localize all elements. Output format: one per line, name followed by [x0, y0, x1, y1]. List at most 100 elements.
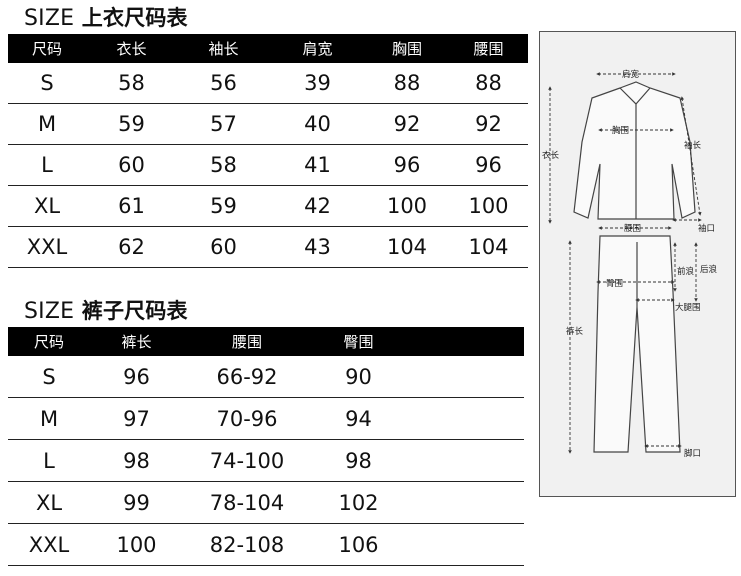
- chest-label: 胸围: [612, 125, 629, 136]
- bottom-size-table: 尺码 裤长 腰围 臀围 S 96 66-92 90 M 97 70-96 94 …: [8, 327, 524, 566]
- top-table-title: SIZE 上衣尺码表: [24, 2, 188, 32]
- header-cell-empty: [406, 327, 524, 356]
- table-cell: 97: [90, 397, 183, 440]
- table-cell: 100: [90, 523, 183, 566]
- table-cell: 104: [449, 226, 528, 268]
- table-cell: 66-92: [183, 356, 311, 398]
- pants-length-label: 裤长: [566, 326, 584, 337]
- header-cell: 袖长: [177, 34, 270, 63]
- table-cell: 57: [177, 103, 270, 145]
- table-row: XXL 100 82-108 106: [8, 523, 524, 566]
- bottom-title-zh: 裤子尺码表: [81, 299, 188, 323]
- header-cell: 臀围: [311, 327, 406, 356]
- table-cell: 43: [270, 226, 365, 268]
- table-cell-empty: [406, 356, 524, 398]
- table-cell: 60: [86, 144, 177, 186]
- table-cell: XL: [8, 481, 90, 524]
- shoulder-label: 肩宽: [622, 69, 640, 80]
- table-cell: M: [8, 397, 90, 440]
- header-cell: 胸围: [365, 34, 449, 63]
- back-rise-label: 后浪: [700, 264, 718, 275]
- table-cell: 59: [177, 185, 270, 227]
- table-cell: 90: [311, 356, 406, 398]
- header-cell: 衣长: [86, 34, 177, 63]
- table-cell: 60: [177, 226, 270, 268]
- table-cell: 106: [311, 523, 406, 566]
- table-row: XXL 62 60 43 104 104: [8, 226, 528, 268]
- table-cell: 88: [365, 63, 449, 104]
- table-cell: 61: [86, 185, 177, 227]
- table-cell: 96: [365, 144, 449, 186]
- table-cell: 100: [449, 185, 528, 227]
- table-cell: XXL: [8, 226, 86, 268]
- pants-outline: [593, 235, 681, 453]
- table-cell: 41: [270, 144, 365, 186]
- top-size-table: 尺码 衣长 袖长 肩宽 胸围 腰围 S 58 56 39 88 88 M 59 …: [8, 34, 528, 268]
- table-cell: 59: [86, 103, 177, 145]
- table-cell: XXL: [8, 523, 90, 566]
- leg-opening-label: 脚口: [684, 448, 701, 459]
- table-row: XL 61 59 42 100 100: [8, 185, 528, 227]
- table-cell: 98: [90, 439, 183, 482]
- cuff-label: 袖口: [698, 223, 715, 234]
- top-title-zh: 上衣尺码表: [81, 6, 188, 30]
- table-cell: 96: [90, 356, 183, 398]
- table-header-row: 尺码 衣长 袖长 肩宽 胸围 腰围: [8, 34, 528, 63]
- table-cell: 56: [177, 63, 270, 104]
- table-cell: S: [8, 356, 90, 398]
- table-row: L 60 58 41 96 96: [8, 144, 528, 186]
- header-cell: 腰围: [183, 327, 311, 356]
- table-cell: 102: [311, 481, 406, 524]
- header-cell: 腰围: [449, 34, 528, 63]
- table-cell: 92: [365, 103, 449, 145]
- table-cell: 74-100: [183, 439, 311, 482]
- table-cell: 94: [311, 397, 406, 440]
- shirt-outline: [573, 81, 696, 220]
- table-cell: 104: [365, 226, 449, 268]
- table-cell: 78-104: [183, 481, 311, 524]
- measurement-diagram: 肩宽 胸围 袖长 衣长 袖口 腰围 前浪 后浪 臀围 大腿围 裤长 脚口: [539, 31, 736, 497]
- table-header-row: 尺码 裤长 腰围 臀围: [8, 327, 524, 356]
- table-cell-empty: [406, 397, 524, 440]
- table-cell: M: [8, 103, 86, 145]
- table-cell: 100: [365, 185, 449, 227]
- header-cell: 裤长: [90, 327, 183, 356]
- table-cell-empty: [406, 439, 524, 482]
- table-cell: L: [8, 439, 90, 482]
- table-cell: 98: [311, 439, 406, 482]
- table-cell: 96: [449, 144, 528, 186]
- table-cell: 39: [270, 63, 365, 104]
- header-cell: 尺码: [8, 327, 90, 356]
- table-row: S 58 56 39 88 88: [8, 63, 528, 104]
- length-label: 衣长: [542, 150, 560, 161]
- table-cell-empty: [406, 481, 524, 524]
- table-cell: 92: [449, 103, 528, 145]
- sleeve-label: 袖长: [684, 140, 702, 151]
- table-cell: XL: [8, 185, 86, 227]
- top-title-en: SIZE: [24, 6, 75, 31]
- table-cell: 40: [270, 103, 365, 145]
- thigh-label: 大腿围: [675, 302, 701, 313]
- table-row: XL 99 78-104 102: [8, 481, 524, 524]
- table-cell: 82-108: [183, 523, 311, 566]
- table-cell: 42: [270, 185, 365, 227]
- bottom-title-en: SIZE: [24, 299, 75, 324]
- table-row: M 59 57 40 92 92: [8, 103, 528, 145]
- table-cell: 99: [90, 481, 183, 524]
- table-cell: S: [8, 63, 86, 104]
- table-cell: 70-96: [183, 397, 311, 440]
- table-cell: 62: [86, 226, 177, 268]
- header-cell: 肩宽: [270, 34, 365, 63]
- table-cell-empty: [406, 523, 524, 566]
- table-row: M 97 70-96 94: [8, 397, 524, 440]
- table-cell: 58: [177, 144, 270, 186]
- hip-label: 臀围: [606, 279, 623, 289]
- front-rise-label: 前浪: [677, 266, 695, 277]
- table-row: L 98 74-100 98: [8, 439, 524, 482]
- bottom-table-title: SIZE 裤子尺码表: [24, 295, 188, 325]
- header-cell: 尺码: [8, 34, 86, 63]
- table-cell: 88: [449, 63, 528, 104]
- table-row: S 96 66-92 90: [8, 356, 524, 398]
- waist-label: 腰围: [624, 224, 641, 234]
- table-cell: 58: [86, 63, 177, 104]
